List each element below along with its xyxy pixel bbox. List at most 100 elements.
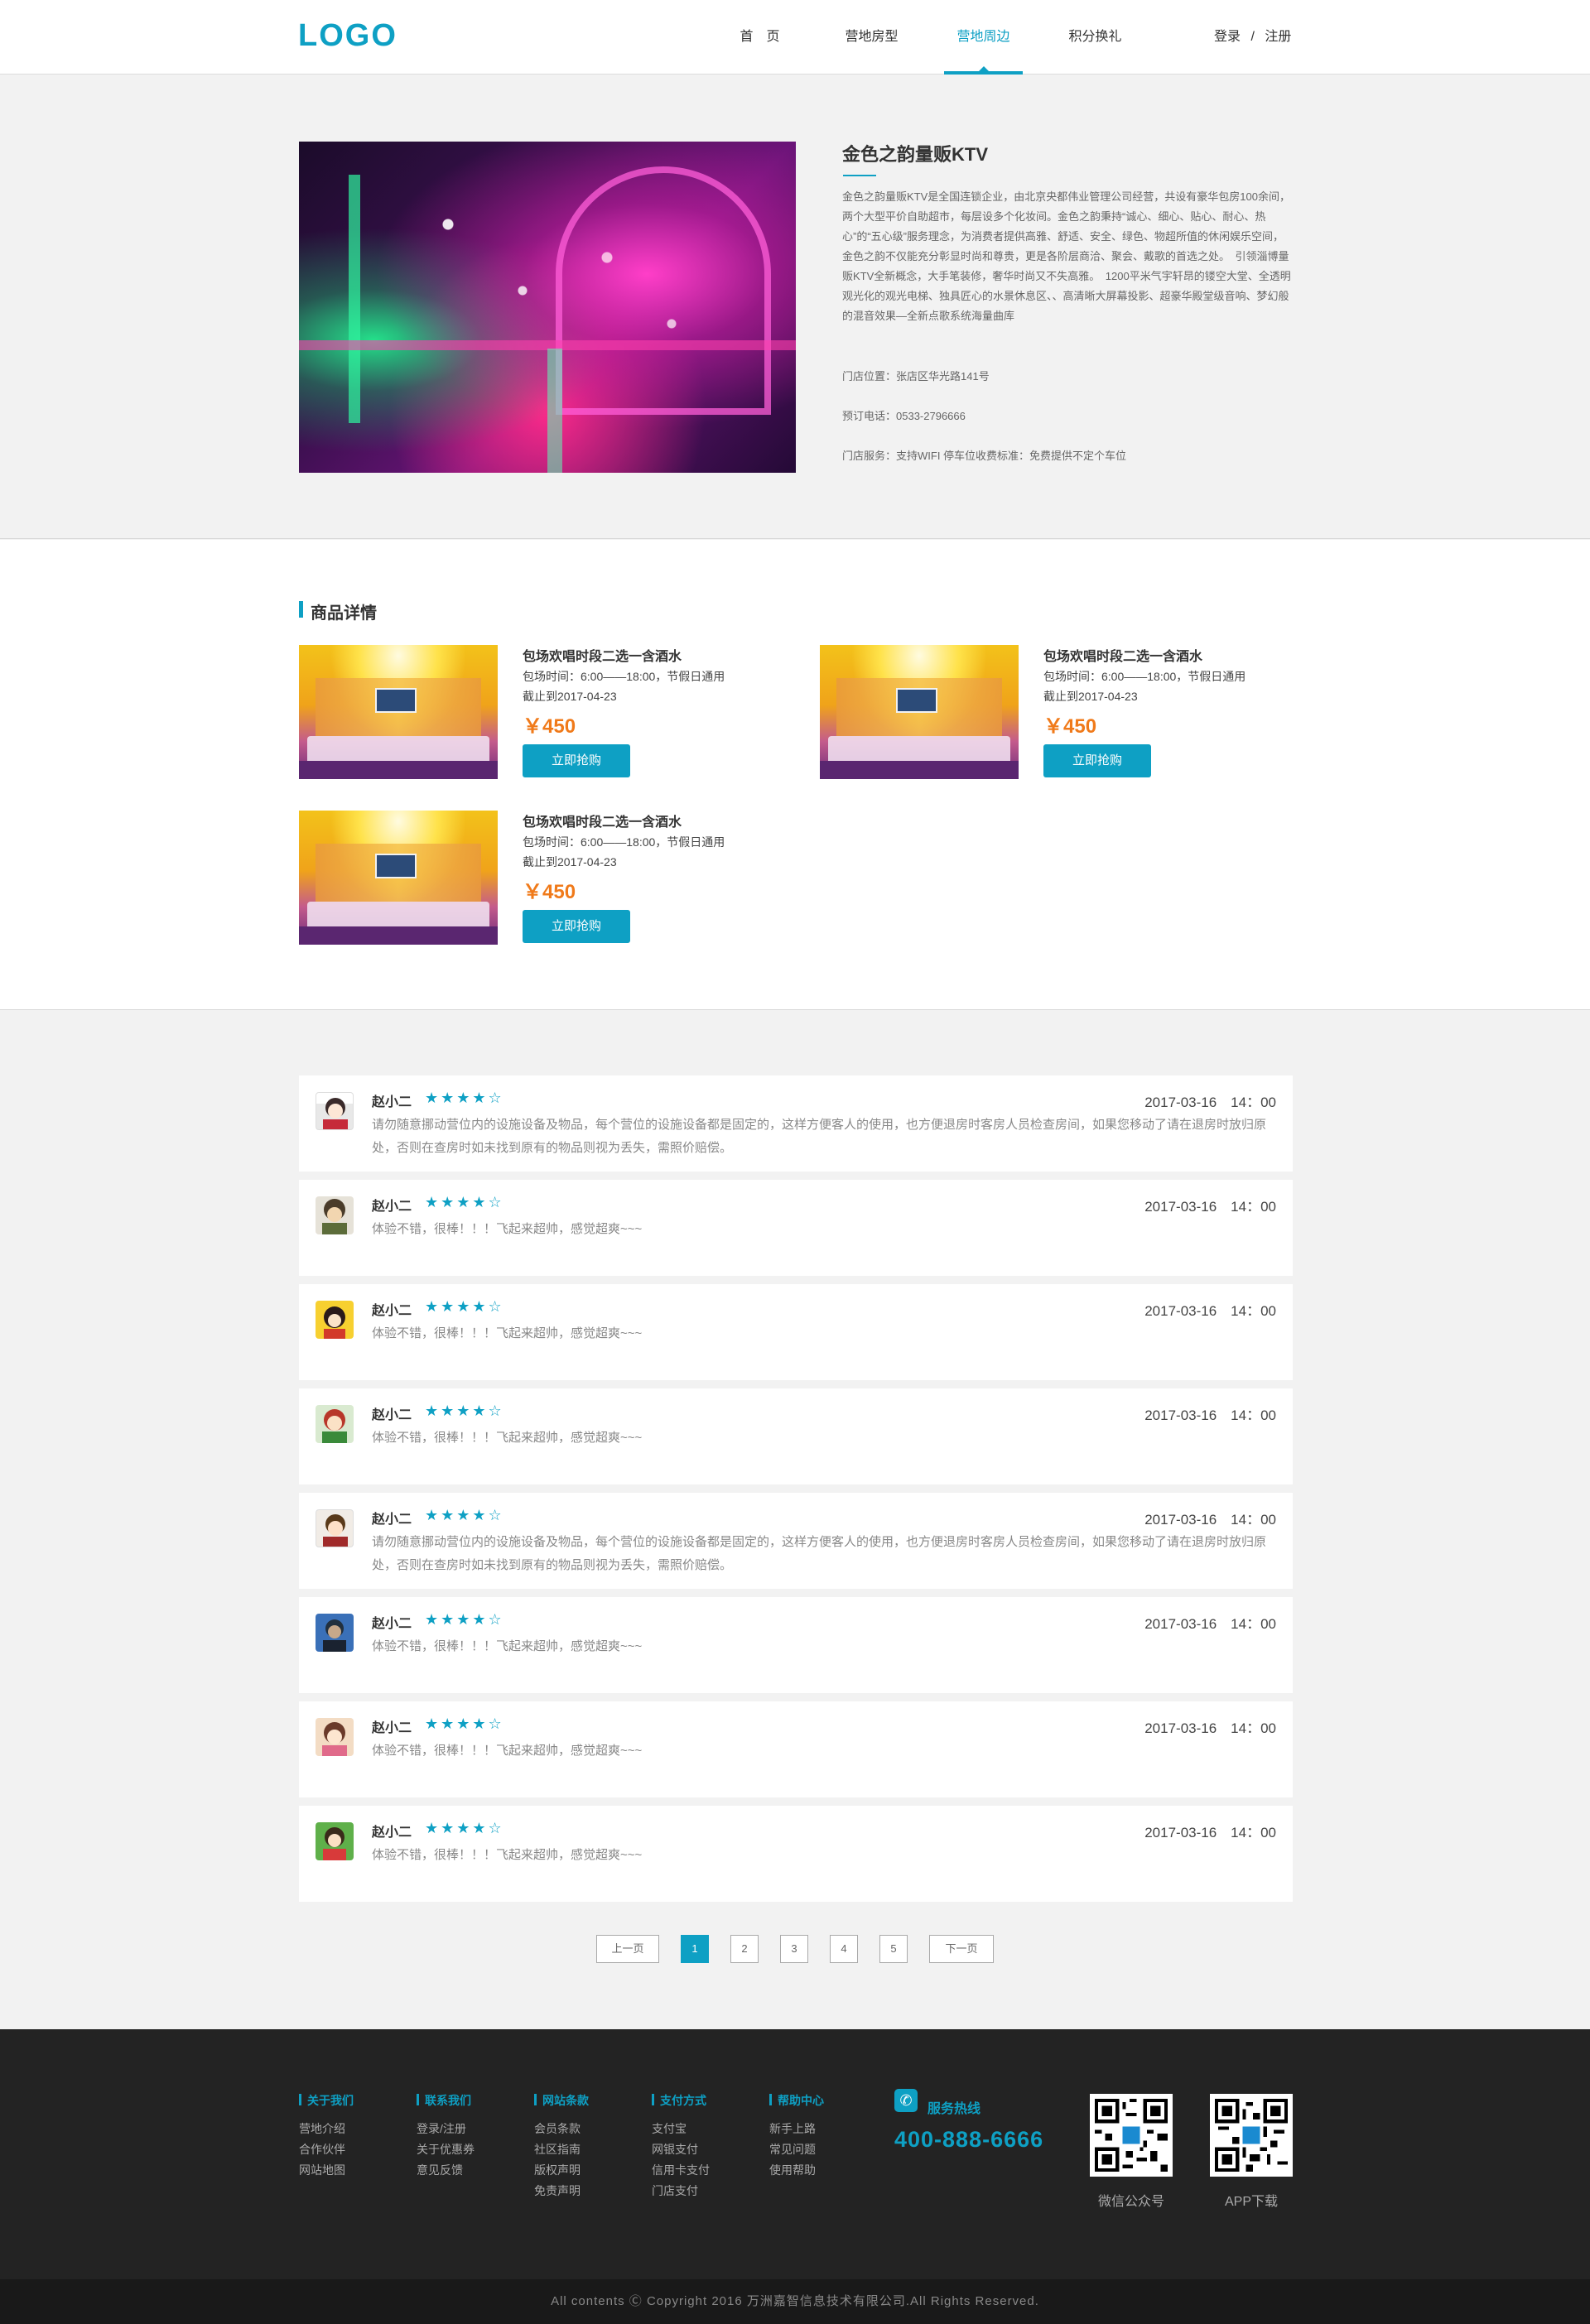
star-rating: ★★★★☆ [425, 1820, 504, 1836]
review-text: 体验不错，很棒！！！飞起来超帅，感觉超爽~~~ [372, 1326, 643, 1340]
product-card: 包场欢唱时段二选一含酒水 包场时间：6:00——18:00，节假日通用 截止到2… [820, 645, 1317, 779]
review-date: 2017-03-16 14：00 [1144, 1407, 1276, 1423]
footer-link[interactable]: 意见反馈 [417, 2160, 475, 2181]
product-time: 包场时间：6:00——18:00，节假日通用 [1043, 670, 1246, 683]
product-name[interactable]: 包场欢唱时段二选一含酒水 [1043, 645, 1202, 665]
reviews-section: 赵小二 ★★★★☆ 2017-03-16 14：00 请勿随意挪动营位内的设施设… [0, 1011, 1590, 2029]
nav-item-room-types[interactable]: 营地房型 [816, 0, 928, 75]
next-page-button[interactable]: 下一页 [929, 1935, 994, 1963]
footer-link[interactable]: 常见问题 [769, 2139, 824, 2160]
product-name[interactable]: 包场欢唱时段二选一含酒水 [523, 811, 682, 830]
avatar-icon [316, 1718, 354, 1756]
site-logo[interactable]: LOGO [298, 18, 398, 54]
review-date: 2017-03-16 14：00 [1144, 1199, 1276, 1215]
login-link[interactable]: 登录 [1214, 30, 1241, 44]
store-photo [299, 142, 796, 473]
main-nav: 首 页 营地房型 营地周边 积分换礼 [704, 0, 1151, 75]
star-rating: ★★★★☆ [425, 1194, 504, 1210]
footer-link[interactable]: 网银支付 [652, 2139, 710, 2160]
footer-link[interactable]: 网站地图 [299, 2160, 354, 2181]
qr-label-wechat: 微信公众号 [1097, 2195, 1164, 2209]
footer-link[interactable]: 免责声明 [534, 2181, 589, 2201]
reviewer-name: 赵小二 [372, 1826, 412, 1840]
footer-link[interactable]: 支付宝 [652, 2119, 710, 2139]
review-card: 赵小二 ★★★★☆ 2017-03-16 14：00 体验不错，很棒！！！飞起来… [299, 1388, 1293, 1484]
page-button-5[interactable]: 5 [879, 1935, 908, 1963]
reviewer-name: 赵小二 [372, 1304, 412, 1318]
avatar-icon [316, 1405, 354, 1443]
review-date: 2017-03-16 14：00 [1144, 1720, 1276, 1736]
buy-now-button[interactable]: 立即抢购 [523, 910, 630, 943]
avatar-icon [316, 1301, 354, 1339]
review-card: 赵小二 ★★★★☆ 2017-03-16 14：00 请勿随意挪动营位内的设施设… [299, 1075, 1293, 1172]
review-date: 2017-03-16 14：00 [1144, 1825, 1276, 1840]
qr-code-icon[interactable] [1210, 2094, 1293, 2177]
reviewer-name: 赵小二 [372, 1200, 412, 1214]
footer-link[interactable]: 登录/注册 [417, 2119, 475, 2139]
review-text: 体验不错，很棒！！！飞起来超帅，感觉超爽~~~ [372, 1744, 643, 1758]
footer-column-title: 网站条款 [534, 2092, 589, 2109]
page-button-3[interactable]: 3 [780, 1935, 808, 1963]
review-date: 2017-03-16 14：00 [1144, 1095, 1276, 1110]
buy-now-button[interactable]: 立即抢购 [523, 744, 630, 777]
nav-item-surroundings[interactable]: 营地周边 [928, 0, 1039, 75]
star-rating: ★★★★☆ [425, 1611, 504, 1628]
footer-column-help: 帮助中心 新手上路 常见问题 使用帮助 [769, 2092, 824, 2181]
reviewer-name: 赵小二 [372, 1408, 412, 1422]
product-card: 包场欢唱时段二选一含酒水 包场时间：6:00——18:00，节假日通用 截止到2… [299, 811, 796, 945]
footer-link[interactable]: 使用帮助 [769, 2160, 824, 2181]
nav-item-home[interactable]: 首 页 [704, 0, 816, 75]
auth-separator: / [1250, 30, 1255, 44]
page-button-1[interactable]: 1 [681, 1935, 709, 1963]
review-text: 体验不错，很棒！！！飞起来超帅，感觉超爽~~~ [372, 1639, 643, 1653]
review-card: 赵小二 ★★★★☆ 2017-03-16 14：00 请勿随意挪动营位内的设施设… [299, 1493, 1293, 1589]
title-underline [843, 175, 876, 176]
footer-column-title: 关于我们 [299, 2092, 354, 2109]
buy-now-button[interactable]: 立即抢购 [1043, 744, 1151, 777]
footer-link[interactable]: 信用卡支付 [652, 2160, 710, 2181]
reviewer-name: 赵小二 [372, 1617, 412, 1631]
review-card: 赵小二 ★★★★☆ 2017-03-16 14：00 体验不错，很棒！！！飞起来… [299, 1806, 1293, 1902]
footer-link[interactable]: 营地介绍 [299, 2119, 354, 2139]
nav-item-points-gifts[interactable]: 积分换礼 [1039, 0, 1151, 75]
product-price: ￥450 [523, 715, 576, 738]
avatar-icon [316, 1092, 354, 1130]
avatar-icon [316, 1614, 354, 1652]
hotline-number[interactable]: 400-888-6666 [894, 2127, 1043, 2153]
products-section: 商品详情 包场欢唱时段二选一含酒水 包场时间：6:00——18:00，节假日通用… [0, 540, 1590, 1010]
page-button-4[interactable]: 4 [830, 1935, 858, 1963]
product-image[interactable] [299, 811, 498, 945]
avatar-icon [316, 1196, 354, 1234]
review-card: 赵小二 ★★★★☆ 2017-03-16 14：00 体验不错，很棒！！！飞起来… [299, 1701, 1293, 1797]
footer-link[interactable]: 会员条款 [534, 2119, 589, 2139]
avatar-icon [316, 1509, 354, 1547]
review-text: 体验不错，很棒！！！飞起来超帅，感觉超爽~~~ [372, 1848, 643, 1862]
reviewer-name: 赵小二 [372, 1513, 412, 1527]
footer-link[interactable]: 关于优惠券 [417, 2139, 475, 2160]
section-title-products: 商品详情 [299, 599, 377, 623]
review-card: 赵小二 ★★★★☆ 2017-03-16 14：00 体验不错，很棒！！！飞起来… [299, 1180, 1293, 1276]
product-name[interactable]: 包场欢唱时段二选一含酒水 [523, 645, 682, 665]
review-text: 体验不错，很棒！！！飞起来超帅，感觉超爽~~~ [372, 1431, 643, 1445]
footer-column-title: 支付方式 [652, 2092, 710, 2109]
footer-column-title: 帮助中心 [769, 2092, 824, 2109]
register-link[interactable]: 注册 [1265, 30, 1291, 44]
qr-code-icon[interactable] [1090, 2094, 1173, 2177]
footer-link[interactable]: 版权声明 [534, 2160, 589, 2181]
review-card: 赵小二 ★★★★☆ 2017-03-16 14：00 体验不错，很棒！！！飞起来… [299, 1597, 1293, 1693]
footer-link[interactable]: 门店支付 [652, 2181, 710, 2201]
product-image[interactable] [299, 645, 498, 779]
star-rating: ★★★★☆ [425, 1090, 504, 1106]
store-title: 金色之韵量贩KTV [842, 144, 989, 165]
avatar-icon [316, 1822, 354, 1860]
product-time: 包场时间：6:00——18:00，节假日通用 [523, 835, 725, 849]
product-image[interactable] [820, 645, 1019, 779]
prev-page-button[interactable]: 上一页 [596, 1935, 659, 1963]
footer-link[interactable]: 合作伙伴 [299, 2139, 354, 2160]
qr-label-app: APP下载 [1224, 2195, 1279, 2209]
footer-link[interactable]: 社区指南 [534, 2139, 589, 2160]
footer-link[interactable]: 新手上路 [769, 2119, 824, 2139]
product-price: ￥450 [523, 881, 576, 903]
page-button-2[interactable]: 2 [730, 1935, 759, 1963]
product-card: 包场欢唱时段二选一含酒水 包场时间：6:00——18:00，节假日通用 截止到2… [299, 645, 796, 779]
